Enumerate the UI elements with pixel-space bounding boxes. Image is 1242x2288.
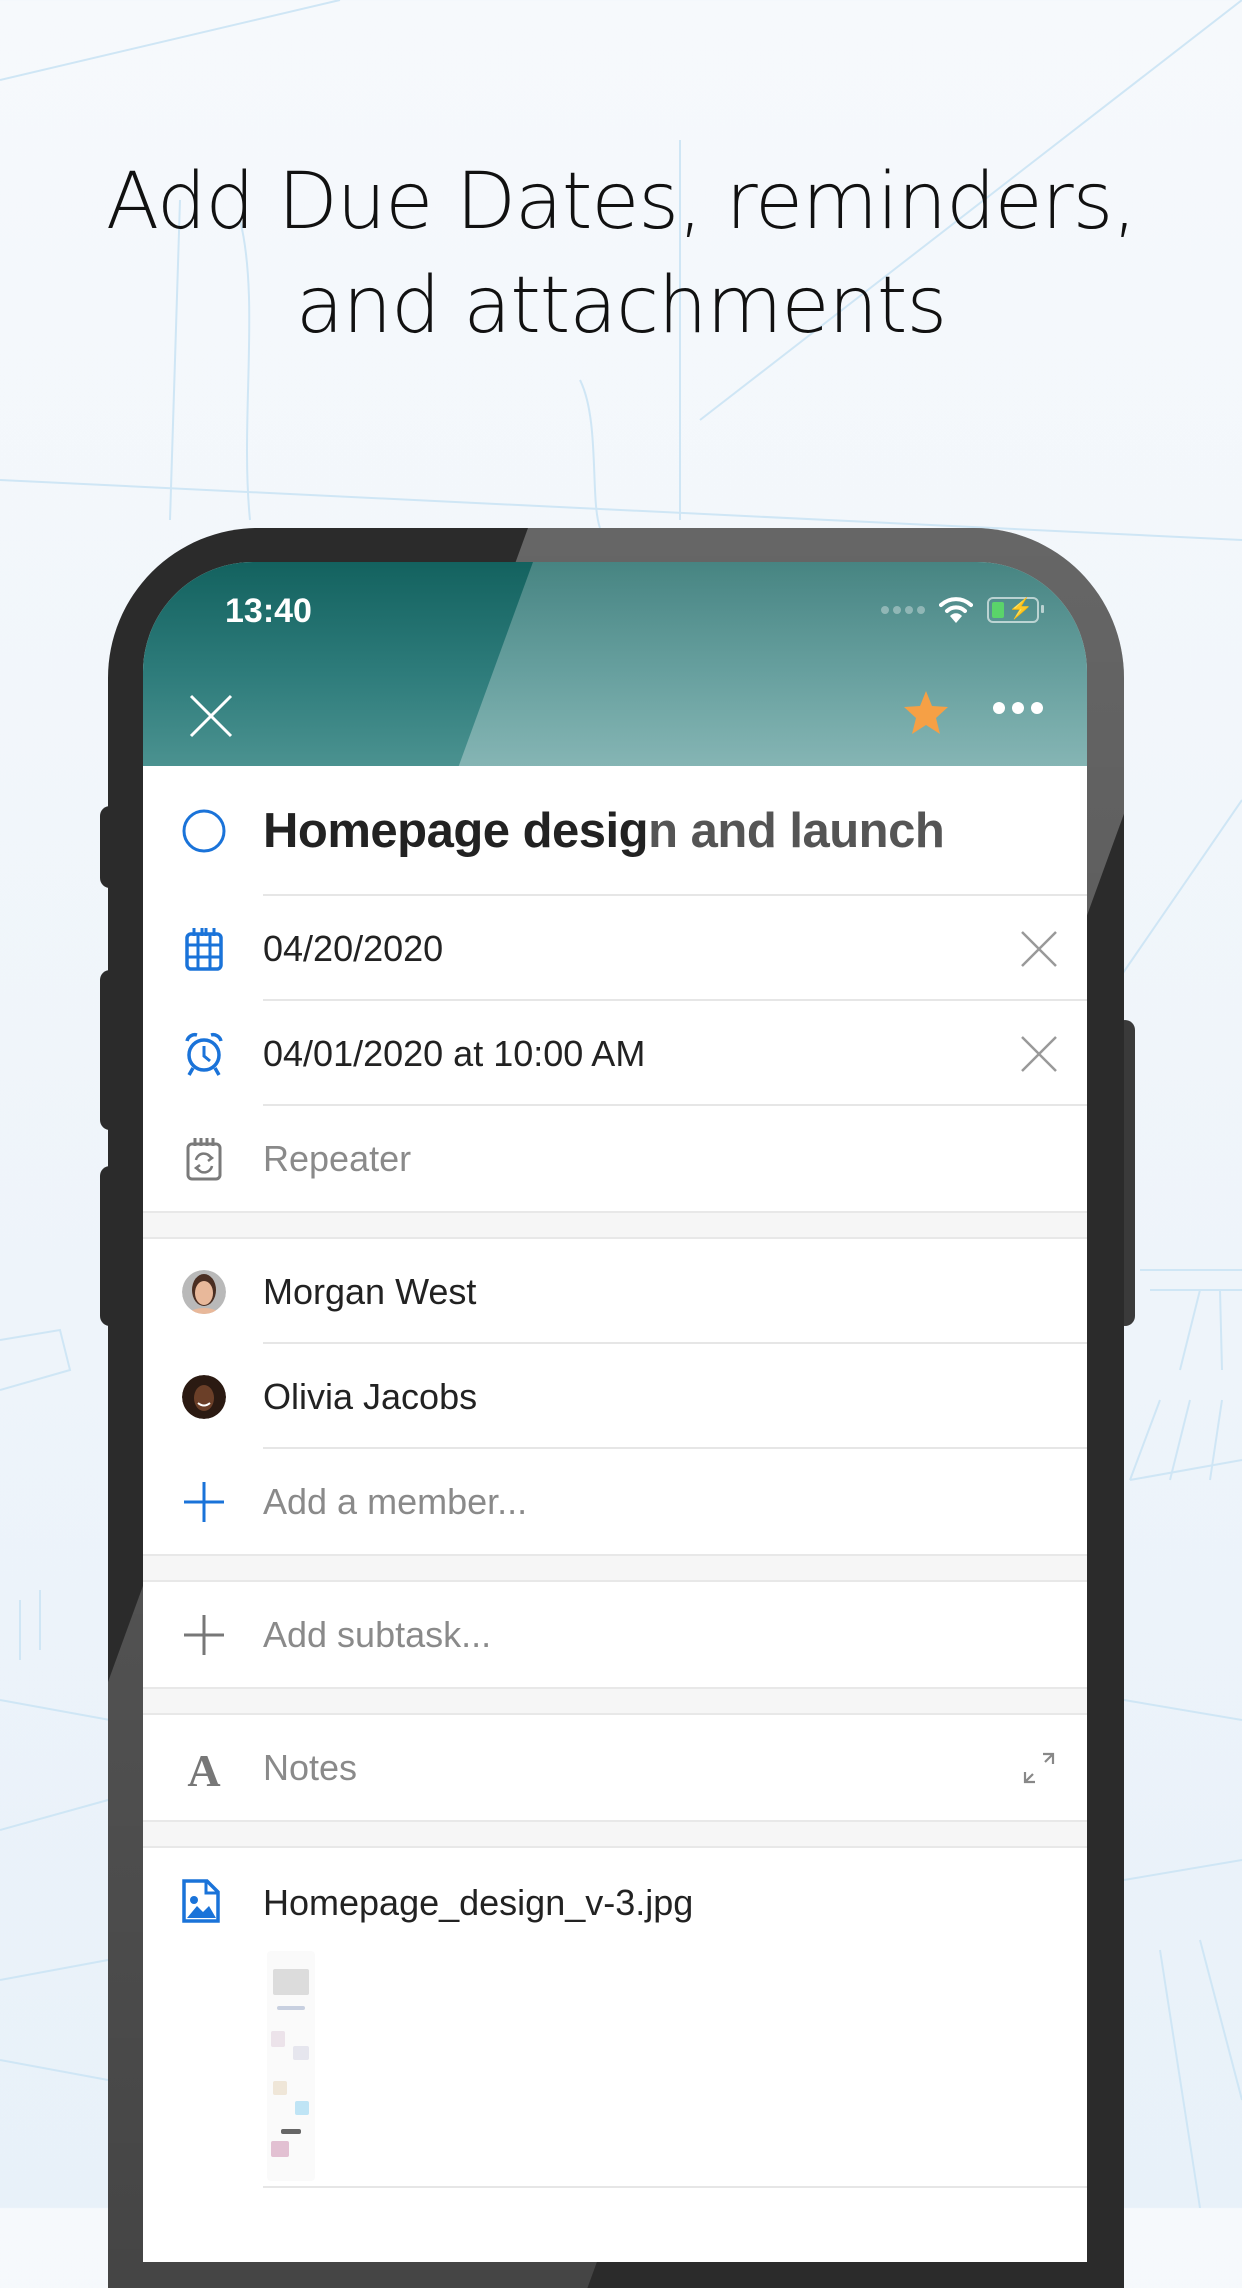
- more-icon[interactable]: [993, 702, 1045, 722]
- section-separator: [143, 1687, 1087, 1715]
- attachment-filename[interactable]: Homepage_design_v-3.jpg: [263, 1882, 693, 1924]
- plus-icon: [181, 1612, 227, 1658]
- notes-row[interactable]: A Notes: [143, 1715, 1087, 1820]
- attachment-row[interactable]: Homepage_design_v-3.jpg: [143, 1848, 1087, 2188]
- headline-line-2: and attachments: [295, 261, 947, 351]
- task-title-rest: n and launch: [648, 804, 945, 858]
- circle-checkbox-icon[interactable]: [181, 808, 227, 854]
- member-row[interactable]: Olivia Jacobs: [143, 1344, 1087, 1449]
- task-title-main: Homepage desig: [263, 804, 649, 858]
- task-title-row[interactable]: Homepage design and launch: [143, 766, 1087, 896]
- avatar-morgan-west: [181, 1269, 227, 1315]
- repeater-label: Repeater: [263, 1137, 412, 1179]
- section-separator: [143, 1554, 1087, 1582]
- add-subtask-input[interactable]: Add subtask...: [263, 1614, 491, 1656]
- reminder-value: 04/01/2020 at 10:00 AM: [263, 1032, 646, 1074]
- avatar-olivia-jacobs: [181, 1374, 227, 1420]
- calendar-icon: [181, 926, 227, 972]
- expand-icon[interactable]: [1019, 1748, 1059, 1788]
- reminder-row[interactable]: 04/01/2020 at 10:00 AM: [143, 1001, 1087, 1106]
- status-time: 13:40: [225, 592, 312, 630]
- clear-reminder-icon[interactable]: [1019, 1034, 1059, 1074]
- phone-screen: 13:40 ⚡ Homepage design and launch 04/20…: [143, 562, 1087, 2262]
- member-name: Morgan West: [263, 1270, 477, 1312]
- battery-charging-icon: ⚡: [987, 597, 1044, 623]
- task-title[interactable]: Homepage design and launch: [263, 803, 945, 859]
- add-member-input[interactable]: Add a member...: [263, 1481, 527, 1523]
- section-separator: [143, 1211, 1087, 1239]
- svg-text:A: A: [187, 1746, 220, 1790]
- repeat-calendar-icon: [181, 1136, 227, 1182]
- add-member-row[interactable]: Add a member...: [143, 1449, 1087, 1554]
- image-file-icon: [181, 1878, 221, 1929]
- clear-due-date-icon[interactable]: [1019, 929, 1059, 969]
- wifi-icon: [939, 597, 973, 623]
- text-format-icon: A: [181, 1745, 227, 1791]
- due-date-row[interactable]: 04/20/2020: [143, 896, 1087, 1001]
- notes-label: Notes: [263, 1746, 358, 1788]
- headline: Add Due Dates, reminders, and attachment…: [0, 150, 1242, 358]
- status-icons: ⚡: [881, 596, 1044, 624]
- alarm-clock-icon: [181, 1031, 227, 1077]
- add-subtask-row[interactable]: Add subtask...: [143, 1582, 1087, 1687]
- section-separator: [143, 1820, 1087, 1848]
- due-date-value: 04/20/2020: [263, 927, 444, 969]
- plus-icon: [181, 1479, 227, 1525]
- repeater-row[interactable]: Repeater: [143, 1106, 1087, 1211]
- close-icon[interactable]: [187, 692, 235, 740]
- star-icon[interactable]: [901, 688, 951, 738]
- signal-dots-icon: [881, 606, 925, 614]
- task-header: 13:40 ⚡: [143, 562, 1087, 766]
- member-row[interactable]: Morgan West: [143, 1239, 1087, 1344]
- task-details: Homepage design and launch 04/20/2020 04…: [143, 766, 1087, 2188]
- member-name: Olivia Jacobs: [263, 1375, 478, 1417]
- headline-line-1: Add Due Dates, reminders,: [105, 157, 1137, 247]
- attachment-thumbnail[interactable]: [267, 1951, 315, 2181]
